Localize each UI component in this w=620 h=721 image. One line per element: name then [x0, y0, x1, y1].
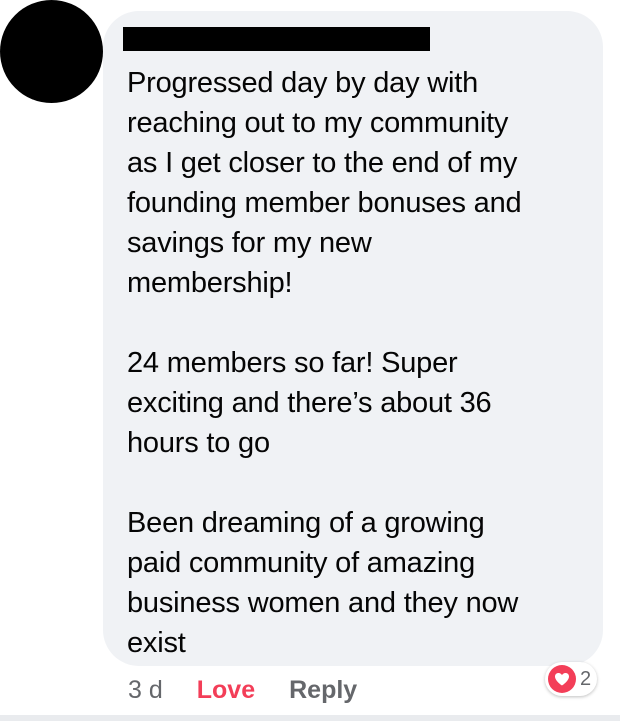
- comment-actions: 3 d Love Reply: [128, 674, 357, 706]
- comment-paragraph: Been dreaming of a growing paid communit…: [127, 507, 519, 659]
- love-reaction-button[interactable]: Love: [197, 676, 255, 705]
- author-name-redacted[interactable]: [123, 27, 430, 51]
- comment-timestamp[interactable]: 3 d: [128, 676, 163, 705]
- divider: [0, 715, 620, 721]
- reaction-summary[interactable]: 2: [545, 662, 598, 696]
- comment-paragraph: 24 members so far! Super exciting and th…: [127, 347, 492, 459]
- avatar[interactable]: [0, 0, 103, 103]
- heart-icon: [548, 665, 576, 693]
- comment-text: Progressed day by day with reaching out …: [127, 63, 583, 663]
- reaction-count: 2: [580, 667, 592, 690]
- reply-button[interactable]: Reply: [289, 676, 357, 705]
- comment-bubble: Progressed day by day with reaching out …: [103, 11, 603, 666]
- comment-paragraph: Progressed day by day with reaching out …: [127, 67, 522, 299]
